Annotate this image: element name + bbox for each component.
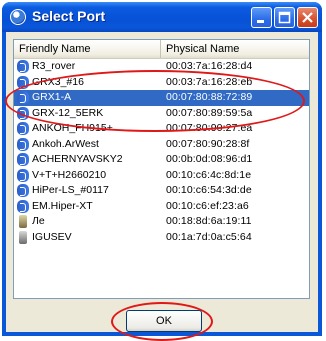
device-physical-name: 00:07:80:88:72:89 [166, 91, 253, 103]
title-bar[interactable]: Select Port [2, 2, 322, 32]
bluetooth-device-icon [17, 137, 29, 151]
bluetooth-device-icon [17, 184, 29, 197]
list-item[interactable]: GRX1-A 00:07:80:88:72:89 [14, 90, 309, 106]
device-friendly-name: Ле [32, 215, 45, 227]
device-physical-name: 00:07:80:90:27:ea [166, 122, 253, 134]
list-item[interactable]: EM.Hiper-XT 00:10:c6:ef:23:a6 [14, 199, 309, 215]
bluetooth-device-icon [17, 199, 29, 213]
bluetooth-device-icon [17, 168, 29, 182]
device-friendly-name: V+T+H2660210 [32, 168, 107, 181]
bluetooth-device-icon [17, 153, 29, 166]
phone-icon [19, 230, 27, 244]
bluetooth-device-icon [17, 75, 29, 89]
bluetooth-device-icon [17, 91, 29, 104]
device-friendly-name: GRX1-A [32, 91, 72, 103]
device-friendly-name: ACHERNYAVSKY2 [32, 153, 123, 165]
phone-icon [19, 215, 27, 228]
device-physical-name: 00:07:80:90:28:8f [166, 137, 250, 150]
list-item[interactable]: V+T+H2660210 00:10:c6:4c:8d:1e [14, 168, 309, 184]
device-friendly-name: Ankoh.ArWest [32, 137, 99, 150]
close-button[interactable] [297, 7, 318, 28]
select-port-window: Select Port Friendly Name Physical Name … [2, 2, 322, 336]
device-physical-name: 00:07:80:89:59:5a [166, 106, 253, 119]
device-friendly-name: ANKOH_FH915+ [32, 122, 113, 134]
minimize-icon [257, 20, 264, 23]
window-title: Select Port [32, 8, 106, 24]
phone-icon [17, 230, 29, 244]
list-item[interactable]: Ankoh.ArWest 00:07:80:90:28:8f [14, 137, 309, 153]
device-physical-name: 00:10:c6:4c:8d:1e [166, 168, 252, 181]
bluetooth-device-icon [17, 60, 29, 73]
bluetooth-device-icon [17, 60, 29, 73]
device-friendly-name: IGUSEV [32, 230, 72, 243]
ok-button[interactable]: OK [126, 310, 202, 332]
bluetooth-device-icon [17, 122, 29, 135]
device-physical-name: 00:10:c6:54:3d:de [166, 184, 252, 196]
dialog-body: Friendly Name Physical Name R3_rover 00:0… [6, 32, 318, 332]
list-item[interactable]: HiPer-LS_#0117 00:10:c6:54:3d:de [14, 183, 309, 199]
bluetooth-device-icon [17, 75, 29, 89]
device-physical-name: 00:18:8d:6a:19:11 [166, 215, 252, 227]
device-friendly-name: GRX3_#16 [32, 75, 84, 88]
bluetooth-device-icon [17, 184, 29, 197]
list-item[interactable]: ACHERNYAVSKY2 00:0b:0d:08:96:d1 [14, 152, 309, 168]
port-list[interactable]: Friendly Name Physical Name R3_rover 00:0… [13, 39, 310, 299]
list-rows: R3_rover 00:03:7a:16:28:d4 GRX3_#16 00:03:7… [14, 59, 309, 245]
list-item[interactable]: IGUSEV 00:1a:7d:0a:c5:64 [14, 230, 309, 246]
maximize-button[interactable] [274, 7, 295, 28]
list-item[interactable]: Ле 00:18:8d:6a:19:11 [14, 214, 309, 230]
maximize-icon [278, 11, 291, 24]
list-item[interactable]: R3_rover 00:03:7a:16:28:d4 [14, 59, 309, 75]
device-physical-name: 00:1a:7d:0a:c5:64 [166, 230, 252, 243]
bluetooth-device-icon [17, 153, 29, 166]
column-header-friendly-name[interactable]: Friendly Name [14, 40, 161, 58]
app-icon [10, 9, 26, 25]
list-header: Friendly Name Physical Name [14, 40, 309, 59]
column-header-physical-name[interactable]: Physical Name [161, 40, 309, 58]
phone-icon [17, 215, 29, 228]
close-icon [302, 12, 313, 23]
list-item[interactable]: ANKOH_FH915+ 00:07:80:90:27:ea [14, 121, 309, 137]
device-physical-name: 00:03:7a:16:28:d4 [166, 60, 253, 72]
device-friendly-name: EM.Hiper-XT [32, 199, 93, 212]
bluetooth-device-icon [17, 122, 29, 135]
device-physical-name: 00:0b:0d:08:96:d1 [166, 153, 253, 165]
device-friendly-name: R3_rover [32, 60, 76, 72]
bluetooth-device-icon [17, 91, 29, 104]
device-physical-name: 00:10:c6:ef:23:a6 [166, 199, 249, 212]
device-friendly-name: HiPer-LS_#0117 [32, 184, 109, 196]
bluetooth-device-icon [17, 106, 29, 120]
device-physical-name: 00:03:7a:16:28:eb [166, 75, 253, 88]
list-item[interactable]: GRX-12_5ERK 00:07:80:89:59:5a [14, 106, 309, 122]
bluetooth-device-icon [17, 199, 29, 213]
bluetooth-device-icon [17, 168, 29, 182]
bluetooth-device-icon [17, 106, 29, 120]
list-item[interactable]: GRX3_#16 00:03:7a:16:28:eb [14, 75, 309, 91]
bluetooth-device-icon [17, 137, 29, 151]
minimize-button[interactable] [251, 7, 272, 28]
device-friendly-name: GRX-12_5ERK [32, 106, 104, 119]
